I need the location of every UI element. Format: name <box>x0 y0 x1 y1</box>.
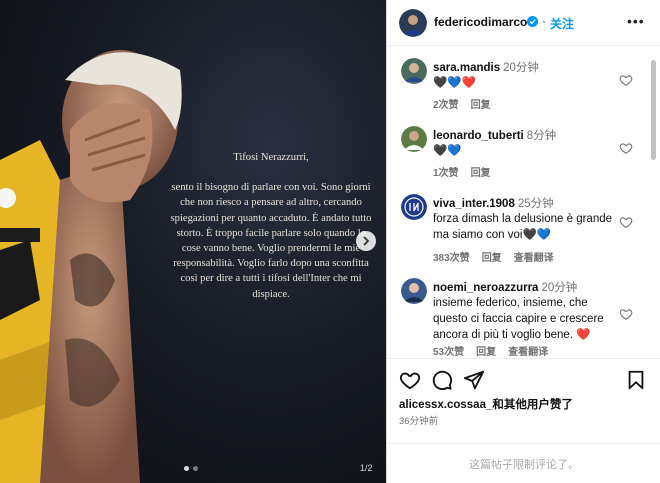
post-caption: Tifosi Nerazzurri, sento il bisogno di p… <box>168 150 374 302</box>
scrollbar-thumb[interactable] <box>651 60 656 160</box>
commenter-avatar[interactable] <box>401 58 427 84</box>
translate-button[interactable]: 查看翻译 <box>508 343 548 358</box>
comment-likes[interactable]: 53次赞 <box>433 343 464 358</box>
commenter-username[interactable]: leonardo_tuberti <box>433 130 524 142</box>
comment-meta: 1次赞 回复 <box>433 164 491 179</box>
comment-likes[interactable]: 1次赞 <box>433 164 459 179</box>
commenter-username[interactable]: noemi_neroazzurra <box>433 282 538 294</box>
post-sidebar: federicodimarco · 关注 ••• sara.mandis 20分钟… <box>386 0 660 483</box>
comment-likes[interactable]: 2次赞 <box>433 96 459 111</box>
commenter-avatar[interactable] <box>401 126 427 152</box>
commenter-avatar[interactable] <box>401 194 427 220</box>
like-heart-icon[interactable] <box>399 369 421 391</box>
slide-counter: 1/2 <box>360 463 373 473</box>
likes-summary: alicessx.cossaa_和其他用户赞了 <box>399 396 573 412</box>
bookmark-icon[interactable] <box>625 369 647 391</box>
post-header: federicodimarco · 关注 ••• <box>387 0 660 46</box>
author-username[interactable]: federicodimarco <box>434 15 527 29</box>
slide-dot <box>193 466 198 471</box>
translate-button[interactable]: 查看翻译 <box>514 249 554 264</box>
liked-by-user[interactable]: alicessx.cossaa_ <box>399 399 492 411</box>
comment-text: 🖤💙❤️ <box>433 77 476 89</box>
commenter-username[interactable]: viva_inter.1908 <box>433 198 515 210</box>
reply-button[interactable]: 回复 <box>471 96 491 111</box>
commenter-avatar[interactable] <box>401 278 427 304</box>
post-actions: alicessx.cossaa_和其他用户赞了 36分钟前 这篇帖子限制评论了。 <box>387 358 660 483</box>
author-avatar[interactable] <box>399 9 427 37</box>
reply-button[interactable]: 回复 <box>476 343 496 358</box>
next-slide-button[interactable] <box>356 231 376 251</box>
reply-button[interactable]: 回复 <box>482 249 502 264</box>
slide-dot <box>184 466 189 471</box>
post-media[interactable]: Tifosi Nerazzurri, sento il bisogno di p… <box>0 0 386 483</box>
comments-restricted-notice: 这篇帖子限制评论了。 <box>387 443 660 483</box>
header-separator: · <box>542 14 546 28</box>
comment-text: forza dimash la delusione è grande ma si… <box>433 213 613 241</box>
heart-outline-icon[interactable] <box>619 215 633 229</box>
liked-by-others[interactable]: 和其他用户赞了 <box>492 399 573 411</box>
commenter-username[interactable]: sara.mandis <box>433 62 500 74</box>
comment-bubble-icon[interactable] <box>431 369 453 391</box>
comment-meta: 53次赞 回复 查看翻译 <box>433 343 548 358</box>
reply-button[interactable]: 回复 <box>471 164 491 179</box>
heart-outline-icon[interactable] <box>619 73 633 87</box>
comment-time: 20分钟 <box>503 62 539 74</box>
comment-likes[interactable]: 383次赞 <box>433 249 470 264</box>
caption-body: sento il bisogno di parlare con voi. Son… <box>170 182 372 300</box>
comment-meta: 2次赞 回复 <box>433 96 491 111</box>
heart-outline-icon[interactable] <box>619 141 633 155</box>
comments-scrollbar[interactable] <box>649 46 657 358</box>
posted-time: 36分钟前 <box>399 416 439 427</box>
comment-text: insieme federico, insieme, che questo ci… <box>433 297 604 341</box>
chevron-right-icon <box>363 236 370 246</box>
comment-time: 8分钟 <box>526 130 557 142</box>
heart-outline-icon[interactable] <box>619 307 633 321</box>
verified-badge-icon <box>527 16 538 27</box>
comment-time: 20分钟 <box>541 282 578 294</box>
comments-list: sara.mandis 20分钟 🖤💙❤️ 2次赞 回复 leonardo_tu… <box>387 46 660 358</box>
comment-text: 🖤💙 <box>433 145 462 157</box>
comment-time: 25分钟 <box>517 198 554 210</box>
more-options-button[interactable]: ••• <box>627 13 645 29</box>
share-send-icon[interactable] <box>463 369 485 391</box>
follow-button[interactable]: 关注 <box>550 15 574 32</box>
comment-meta: 383次赞 回复 查看翻译 <box>433 249 554 264</box>
caption-greeting: Tifosi Nerazzurri, <box>233 152 309 163</box>
slide-indicator <box>184 466 198 471</box>
